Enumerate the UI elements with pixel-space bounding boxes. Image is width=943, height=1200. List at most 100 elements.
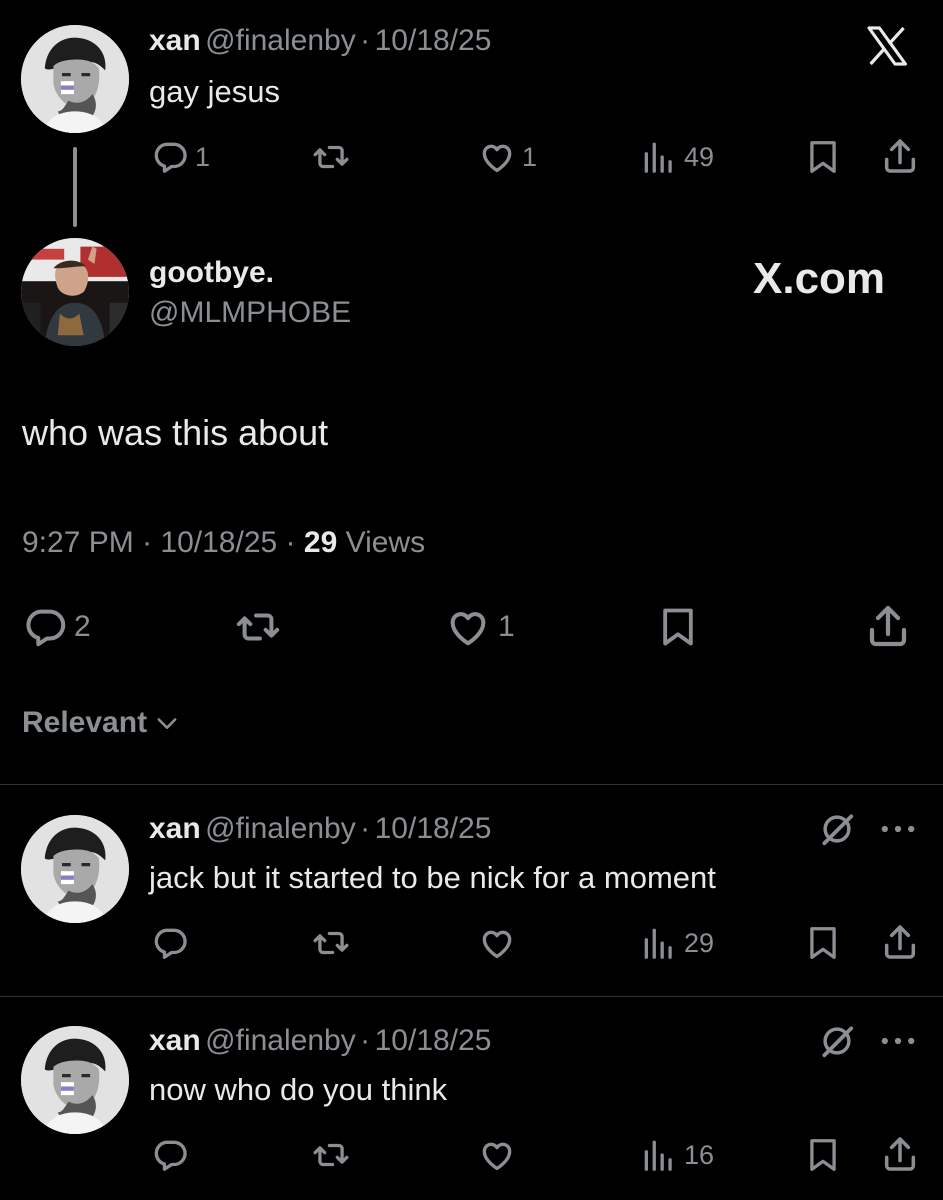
views-icon: [640, 924, 678, 962]
like-icon: [478, 924, 516, 962]
share-button[interactable]: [880, 136, 920, 176]
reply-icon: [151, 138, 189, 176]
separator-dot: ·: [360, 812, 371, 845]
share-icon: [880, 136, 920, 176]
reply-button[interactable]: 2: [22, 604, 91, 650]
share-icon: [880, 1134, 920, 1174]
retweet-button[interactable]: [310, 1136, 352, 1174]
bookmark-icon: [804, 1136, 842, 1174]
sort-label: Relevant: [22, 706, 148, 739]
tweet-text: jack but it started to be nick for a mom…: [149, 860, 716, 895]
bookmark-button[interactable]: [804, 138, 842, 176]
reply-count: 1: [195, 141, 211, 172]
tweet-date[interactable]: 10/18/25: [375, 812, 492, 845]
grok-icon: [818, 1022, 856, 1060]
avatar[interactable]: [21, 238, 129, 346]
chevron-down-icon: [157, 718, 177, 729]
tweet-text: gay jesus: [149, 74, 280, 109]
bookmark-button[interactable]: [804, 1136, 842, 1174]
thread-line: [73, 147, 77, 227]
reply-count: 2: [74, 610, 91, 643]
share-button[interactable]: [880, 1134, 920, 1174]
like-button[interactable]: [478, 1136, 516, 1174]
share-icon: [864, 602, 912, 650]
author-handle[interactable]: @MLMPHOBE: [149, 296, 351, 330]
tweet-date[interactable]: 10/18/25: [375, 1024, 492, 1057]
avatar-image: [21, 1026, 129, 1134]
reply-button[interactable]: 1: [151, 138, 210, 176]
author-name[interactable]: xan: [149, 812, 201, 845]
tweet-header: xan @finalenby · 10/18/25: [149, 24, 491, 58]
view-count: 49: [684, 141, 715, 172]
retweet-button[interactable]: [310, 138, 352, 176]
views-button[interactable]: 49: [640, 138, 714, 176]
like-icon: [444, 604, 492, 650]
tweet-time[interactable]: 9:27 PM: [22, 526, 134, 559]
bookmark-icon: [804, 924, 842, 962]
author-name[interactable]: gootbye.: [149, 256, 274, 290]
views-icon: [640, 138, 678, 176]
retweet-button[interactable]: [310, 924, 352, 962]
author-name[interactable]: xan: [149, 1024, 201, 1057]
bookmark-icon: [804, 138, 842, 176]
tweet-text: now who do you think: [149, 1072, 448, 1107]
share-button[interactable]: [880, 922, 920, 962]
like-count: 1: [498, 610, 515, 643]
like-button[interactable]: [478, 924, 516, 962]
retweet-icon: [310, 1136, 352, 1174]
tweet-header: xan @finalenby · 10/18/25: [149, 1024, 491, 1058]
bookmark-button[interactable]: [656, 604, 700, 650]
views-button[interactable]: 16: [640, 1136, 714, 1174]
avatar-image: [21, 25, 129, 133]
grok-button[interactable]: [818, 810, 856, 848]
retweet-icon: [232, 604, 284, 650]
reply-icon: [151, 1136, 189, 1174]
divider: [0, 996, 943, 997]
more-icon: [880, 822, 916, 836]
separator-dot: ·: [360, 1024, 371, 1057]
grok-button[interactable]: [818, 1022, 856, 1060]
separator-dot: ·: [142, 526, 153, 559]
share-button[interactable]: [864, 602, 912, 650]
avatar[interactable]: [21, 815, 129, 923]
more-icon: [880, 1034, 916, 1048]
views-icon: [640, 1136, 678, 1174]
more-button[interactable]: [880, 822, 916, 836]
reply-icon: [22, 604, 68, 650]
avatar[interactable]: [21, 1026, 129, 1134]
reply-button[interactable]: [151, 924, 189, 962]
like-button[interactable]: 1: [444, 604, 515, 650]
tweet-header: xan @finalenby · 10/18/25: [149, 812, 491, 846]
author-handle[interactable]: @finalenby: [205, 1024, 356, 1057]
author-name[interactable]: xan: [149, 24, 201, 57]
avatar-image: [21, 815, 129, 923]
more-button[interactable]: [880, 1034, 916, 1048]
divider: [0, 784, 943, 785]
tweet-date[interactable]: 10/18/25: [375, 24, 492, 57]
like-button[interactable]: 1: [478, 138, 537, 176]
tweet-text: who was this about: [22, 412, 329, 453]
author-handle[interactable]: @finalenby: [205, 24, 356, 57]
view-count[interactable]: 29: [304, 526, 337, 559]
grok-icon: [818, 810, 856, 848]
x-logo-icon: [858, 22, 916, 75]
retweet-icon: [310, 924, 352, 962]
separator-dot: ·: [360, 24, 371, 57]
author-handle[interactable]: @finalenby: [205, 812, 356, 845]
reply-button[interactable]: [151, 1136, 189, 1174]
avatar[interactable]: [21, 25, 129, 133]
avatar-image: [21, 238, 129, 346]
like-icon: [478, 1136, 516, 1174]
views-button[interactable]: 29: [640, 924, 714, 962]
retweet-button[interactable]: [232, 604, 284, 650]
sort-dropdown[interactable]: Relevant: [22, 706, 181, 740]
separator-dot: ·: [285, 526, 296, 559]
bookmark-button[interactable]: [804, 924, 842, 962]
tweet-date[interactable]: 10/18/25: [160, 526, 277, 559]
views-label: Views: [345, 526, 426, 559]
like-count: 1: [522, 141, 538, 172]
share-icon: [880, 922, 920, 962]
view-count: 29: [684, 927, 715, 958]
view-count: 16: [684, 1139, 715, 1170]
retweet-icon: [310, 138, 352, 176]
